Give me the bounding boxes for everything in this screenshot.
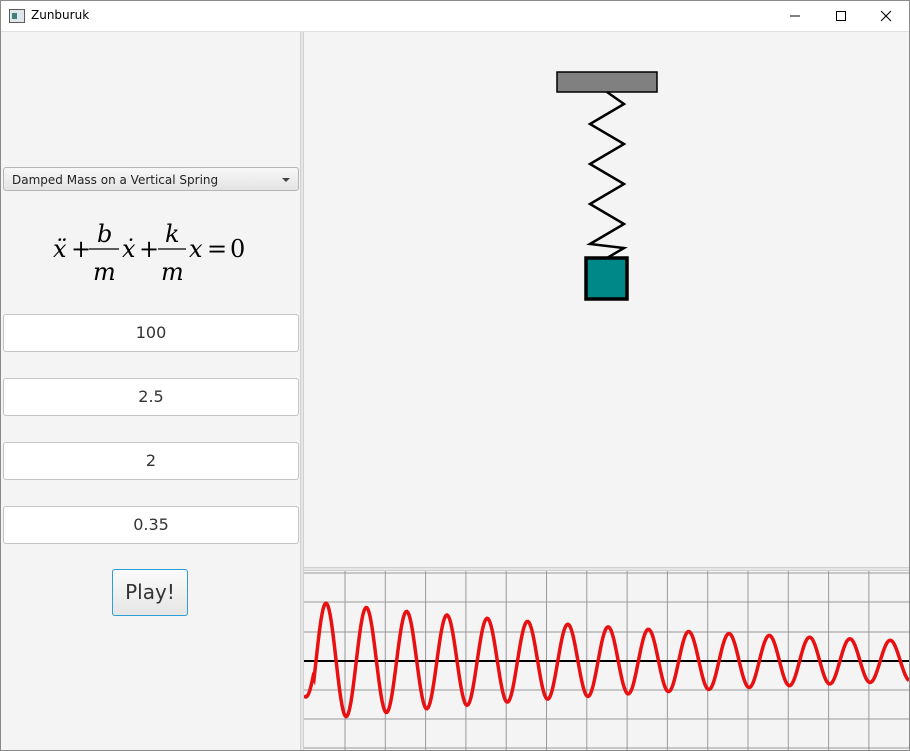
simulation-drawing bbox=[556, 71, 658, 301]
mass-block bbox=[584, 256, 629, 301]
equation-rhs: 0 bbox=[230, 235, 245, 263]
equation-equals: = bbox=[207, 235, 227, 263]
graph-plot bbox=[302, 571, 909, 750]
parameter-input[interactable]: 0.35 bbox=[3, 506, 299, 544]
equation-frac2-num: k bbox=[165, 220, 180, 248]
control-panel: Damped Mass on a Vertical Spring ẍ + b m… bbox=[1, 32, 300, 750]
close-icon bbox=[880, 10, 892, 22]
simulation-canvas bbox=[304, 32, 909, 567]
damping-input[interactable]: 2.5 bbox=[3, 378, 299, 416]
equation-term-xddot: ẍ bbox=[53, 235, 67, 263]
title-bar: Zunburuk bbox=[1, 1, 909, 32]
minimize-icon bbox=[790, 15, 800, 17]
stiffness-input[interactable]: 2 bbox=[3, 442, 299, 480]
equation: ẍ + b m ẋ + k m x = 0 bbox=[53, 220, 245, 286]
system-select-value: Damped Mass on a Vertical Spring bbox=[12, 173, 219, 187]
equation-plus-1: + bbox=[71, 235, 91, 263]
chevron-down-icon bbox=[282, 178, 290, 182]
maximize-icon bbox=[836, 11, 846, 21]
position-graph bbox=[302, 571, 909, 750]
equation-plus-2: + bbox=[139, 235, 159, 263]
app-window: Zunburuk Damped Mass on a Vertical Sprin… bbox=[0, 0, 910, 751]
close-button[interactable] bbox=[863, 1, 909, 31]
spring-anchor bbox=[556, 71, 658, 93]
system-select[interactable]: Damped Mass on a Vertical Spring bbox=[3, 167, 299, 191]
equation-term-xdot: ẋ bbox=[122, 235, 136, 263]
equation-term-x: x bbox=[189, 235, 203, 263]
maximize-button[interactable] bbox=[818, 1, 864, 31]
window-title: Zunburuk bbox=[31, 8, 90, 22]
play-button[interactable]: Play! bbox=[112, 569, 188, 616]
app-icon bbox=[9, 9, 25, 23]
equation-frac1-num: b bbox=[97, 220, 112, 248]
mass-input[interactable]: 100 bbox=[3, 314, 299, 352]
minimize-button[interactable] bbox=[772, 1, 818, 31]
equation-frac1-den: m bbox=[93, 258, 116, 286]
displacement-curve bbox=[302, 601, 909, 719]
spring bbox=[586, 90, 628, 260]
equation-frac2-den: m bbox=[161, 258, 184, 286]
